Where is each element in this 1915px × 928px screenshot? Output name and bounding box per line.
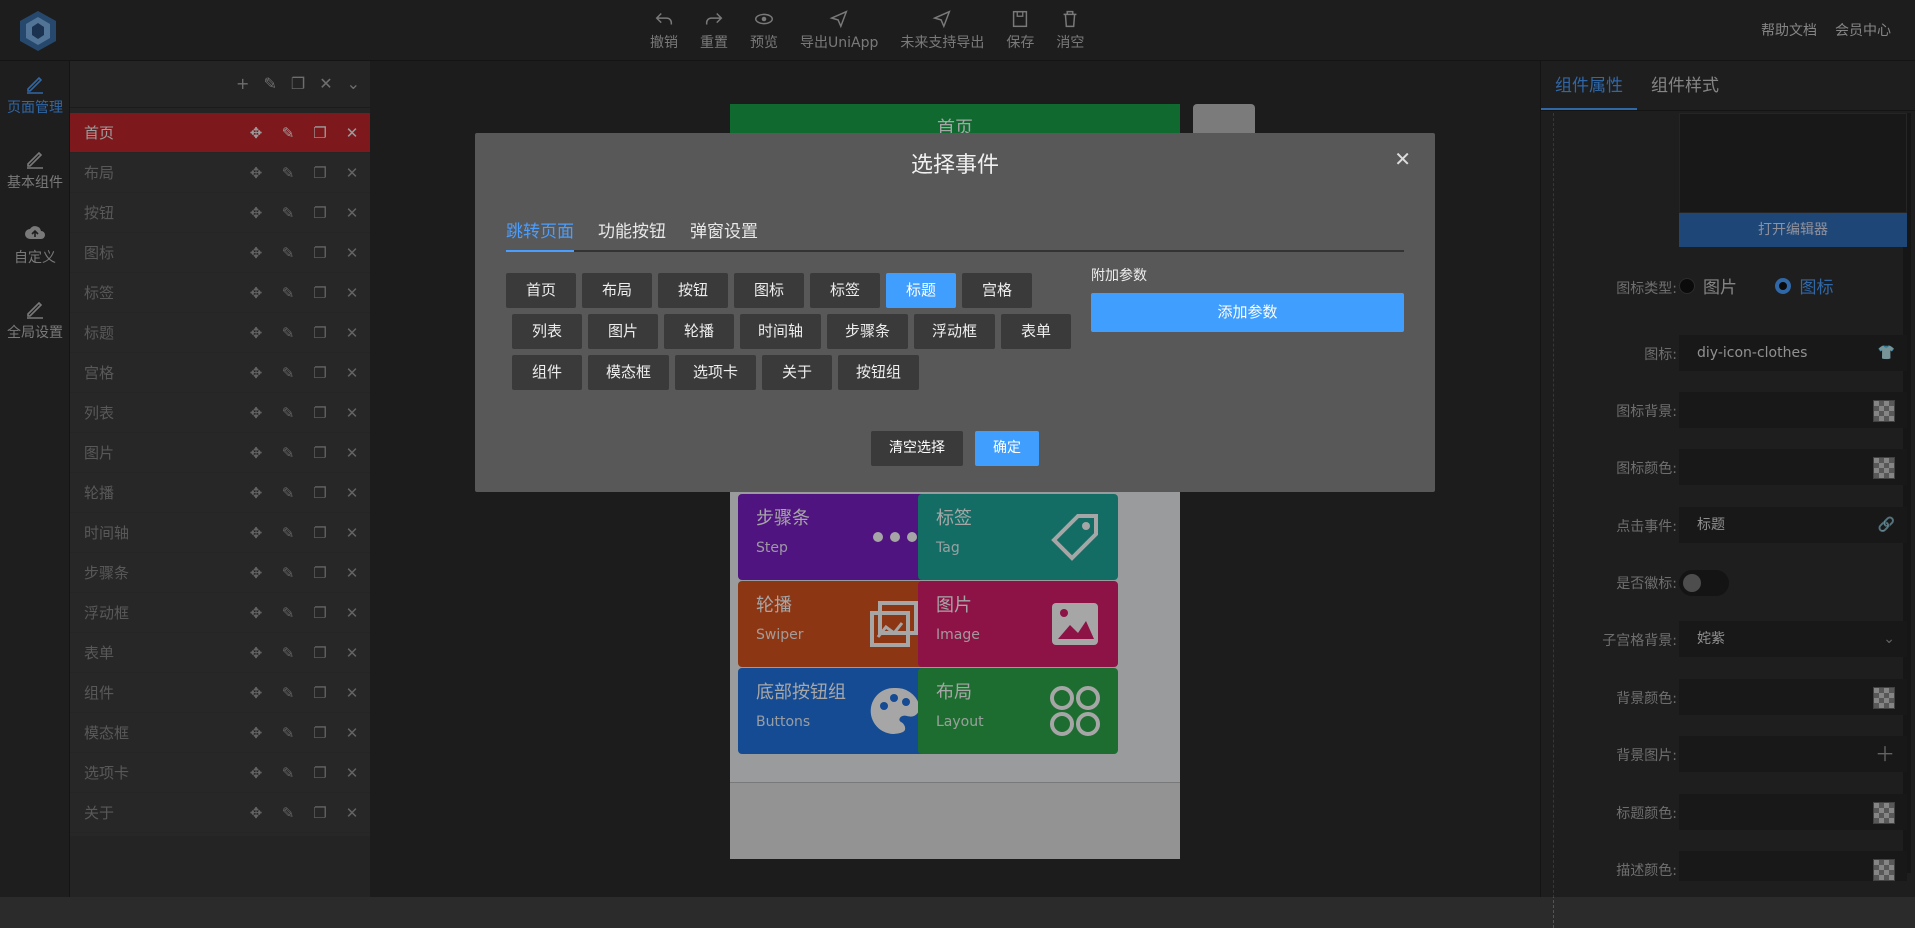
page-chip[interactable]: 组件 — [512, 355, 582, 390]
page-chip[interactable]: 按钮 — [658, 273, 728, 308]
clear-selection-button[interactable]: 清空选择 — [871, 431, 963, 466]
page-chip[interactable]: 模态框 — [588, 355, 670, 390]
page-chip[interactable]: 列表 — [512, 314, 582, 349]
close-icon[interactable]: ✕ — [1394, 147, 1411, 171]
page-chip[interactable]: 图片 — [588, 314, 658, 349]
page-chip[interactable]: 时间轴 — [740, 314, 822, 349]
dialog-tabs: 跳转页面 功能按钮 弹窗设置 — [506, 214, 1404, 252]
page-chip[interactable]: 轮播 — [664, 314, 734, 349]
page-chip[interactable]: 选项卡 — [675, 355, 757, 390]
tab-jump-page[interactable]: 跳转页面 — [506, 214, 574, 252]
page-chip[interactable]: 标题 — [886, 273, 956, 308]
page-chip[interactable]: 关于 — [762, 355, 833, 390]
page-chip[interactable]: 首页 — [506, 273, 576, 308]
confirm-button[interactable]: 确定 — [975, 431, 1039, 466]
tab-popup-settings[interactable]: 弹窗设置 — [690, 214, 758, 252]
dialog-title: 选择事件 — [910, 153, 999, 178]
page-chip[interactable]: 标签 — [810, 273, 880, 308]
page-chip[interactable]: 宫格 — [962, 273, 1032, 308]
page-chip[interactable]: 布局 — [582, 273, 652, 308]
page-chip[interactable]: 表单 — [1001, 314, 1072, 349]
select-event-dialog: 选择事件 ✕ 跳转页面 功能按钮 弹窗设置 首页 布局 按钮 图标 标签 标题 宫格 列表图… — [475, 133, 1435, 492]
page-chip-grid: 首页 布局 按钮 图标 标签 标题 宫格 列表 图片 轮播 时间轴 步骤条 浮动框 表单 组件 模态框 选项… — [506, 273, 1086, 396]
extra-params: 附加参数 添加参数 — [1091, 265, 1404, 332]
extra-params-label: 附加参数 — [1091, 268, 1147, 284]
add-param-button[interactable]: 添加参数 — [1091, 293, 1404, 332]
page-chip[interactable]: 按钮组 — [838, 355, 920, 390]
page-chip[interactable]: 图标 — [734, 273, 804, 308]
page-chip[interactable]: 浮动框 — [914, 314, 996, 349]
tab-function-button[interactable]: 功能按钮 — [598, 214, 666, 252]
page-chip[interactable]: 步骤条 — [827, 314, 909, 349]
